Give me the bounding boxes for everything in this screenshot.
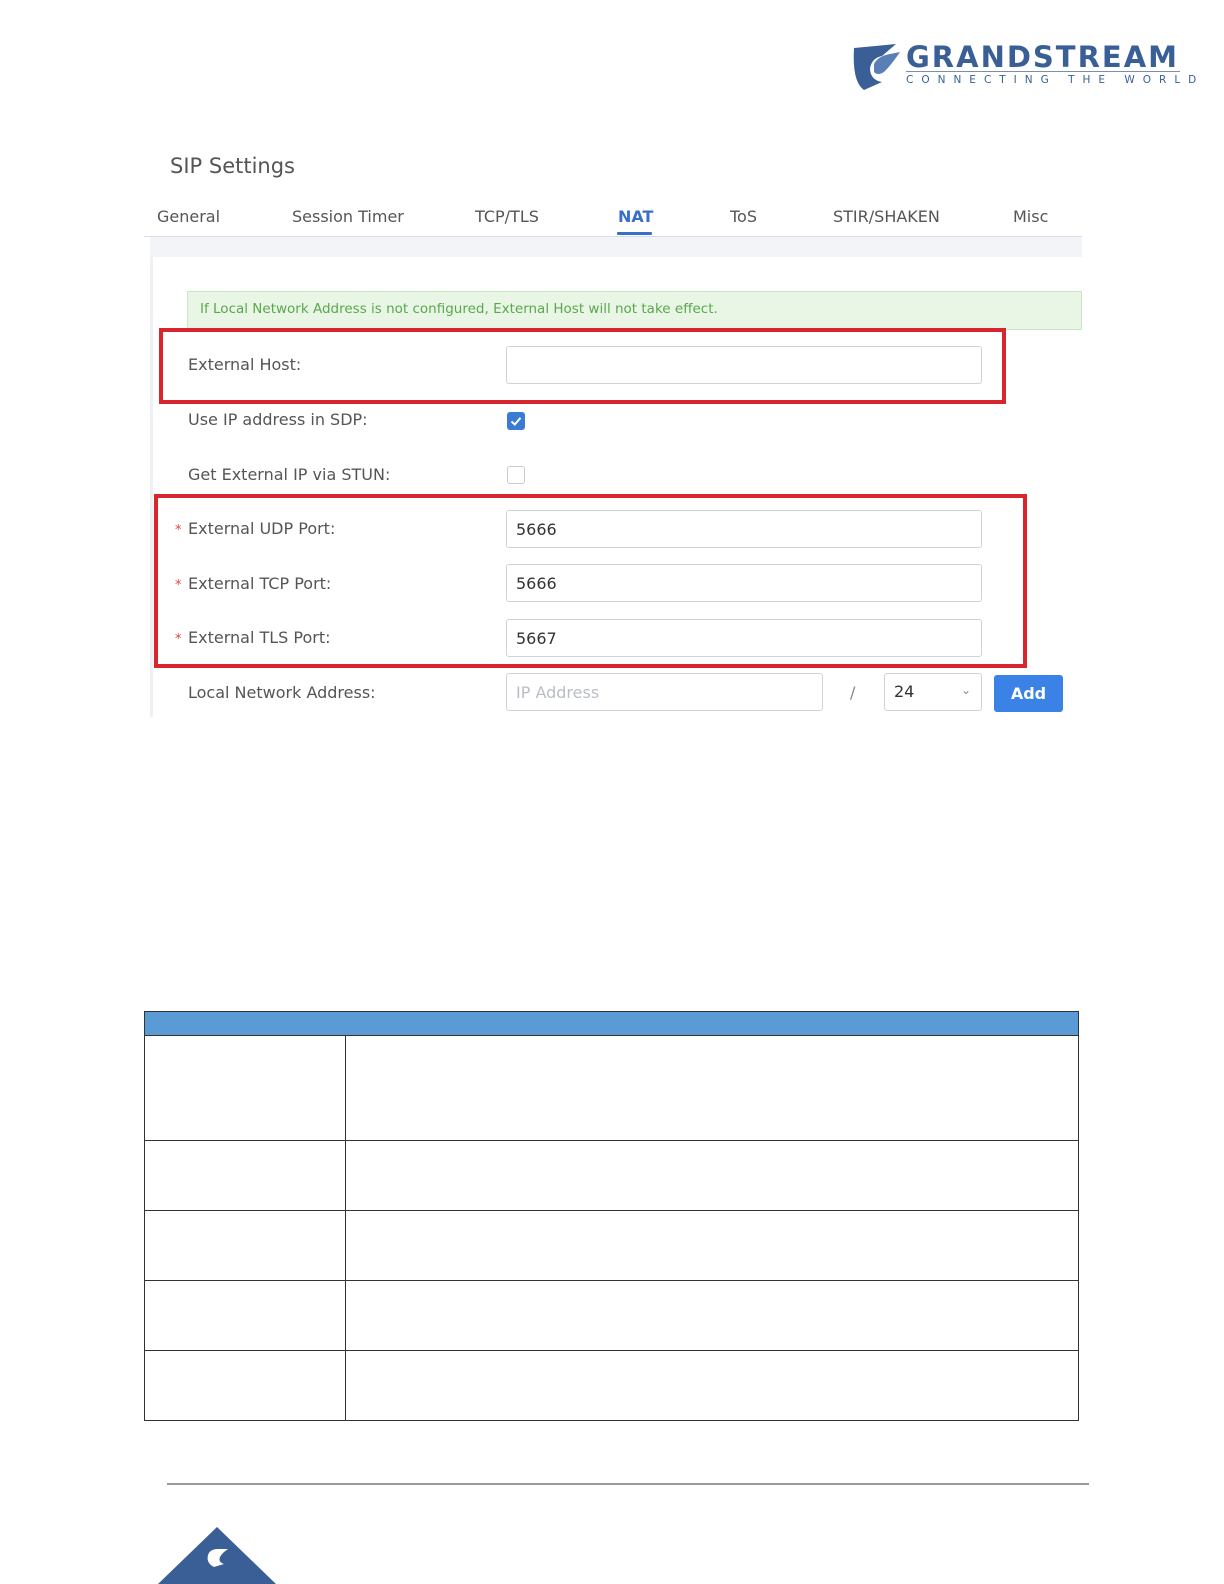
table-header [145, 1012, 1078, 1036]
grandstream-logo-icon [853, 44, 900, 90]
tab-misc[interactable]: Misc [1013, 207, 1048, 226]
highlight-box-external-host [159, 328, 1006, 404]
ip-address-input[interactable] [506, 673, 823, 711]
tab-tcp-tls[interactable]: TCP/TLS [475, 207, 539, 226]
table-row [145, 1141, 1078, 1211]
tab-session-timer[interactable]: Session Timer [292, 207, 404, 226]
add-button[interactable]: Add [994, 675, 1063, 712]
chevron-down-icon: ⌄ [960, 683, 971, 697]
table-column-divider [345, 1035, 346, 1421]
subnet-mask-value: 24 [894, 682, 915, 701]
table-row [145, 1281, 1078, 1351]
stun-checkbox[interactable] [507, 466, 525, 484]
stun-label: Get External IP via STUN: [188, 465, 391, 484]
footer-divider [167, 1483, 1089, 1485]
table-row [145, 1211, 1078, 1281]
mask-separator: / [850, 683, 856, 702]
highlight-box-ports [154, 494, 1027, 668]
active-tab-indicator [617, 232, 652, 235]
tab-general[interactable]: General [157, 207, 220, 226]
local-network-label: Local Network Address: [188, 683, 376, 702]
grandstream-footer-logo-icon [158, 1527, 276, 1584]
tab-bar: General Session Timer TCP/TLS NAT ToS ST… [144, 200, 1082, 237]
content-header-strip [150, 237, 1082, 257]
brand-name: GRANDSTREAM [906, 40, 1180, 74]
notice-text: If Local Network Address is not configur… [200, 301, 718, 317]
tab-stir-shaken[interactable]: STIR/SHAKEN [833, 207, 940, 226]
info-notice: If Local Network Address is not configur… [187, 291, 1082, 330]
checkmark-icon [510, 417, 522, 426]
brand-divider [906, 71, 1180, 72]
use-ip-in-sdp-label: Use IP address in SDP: [188, 410, 368, 429]
page-title: SIP Settings [170, 154, 295, 178]
table-row [145, 1036, 1078, 1141]
tab-nat[interactable]: NAT [618, 207, 653, 226]
tab-tos[interactable]: ToS [730, 207, 757, 226]
brand-tagline: CONNECTING THE WORLD [906, 74, 1205, 86]
parameter-table [144, 1011, 1079, 1421]
use-ip-in-sdp-checkbox[interactable] [507, 412, 525, 430]
subnet-mask-select[interactable]: 24 ⌄ [884, 673, 982, 711]
content-edge [150, 257, 153, 717]
